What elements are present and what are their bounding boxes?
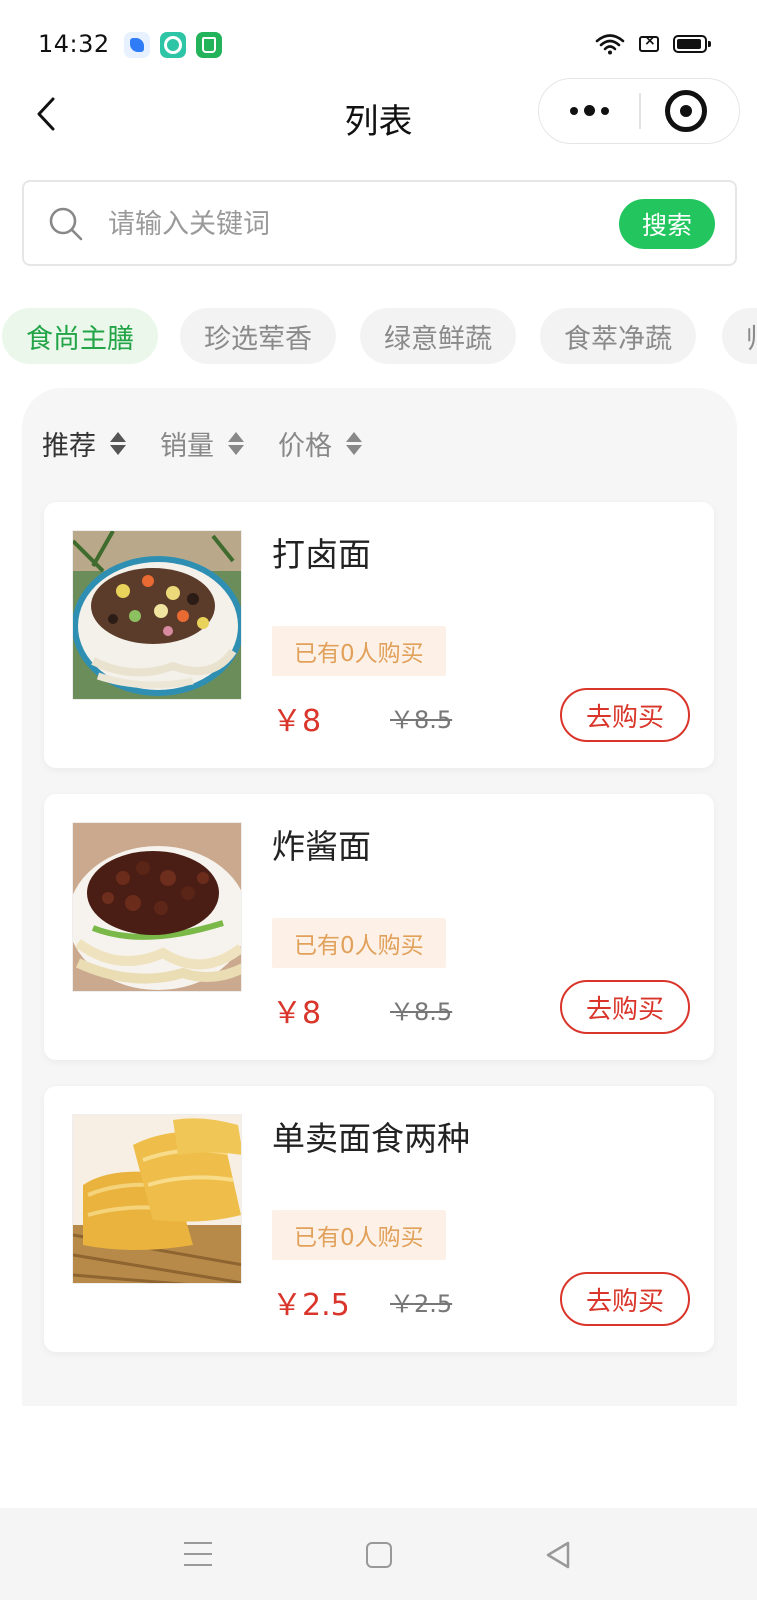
capsule-divider — [639, 93, 641, 129]
miniprogram-capsule — [538, 78, 740, 144]
product-image — [72, 822, 242, 992]
status-time: 14:32 — [38, 30, 110, 58]
system-nav-bar — [0, 1508, 757, 1600]
search-bar: 搜索 — [22, 180, 737, 266]
home-button[interactable] — [366, 1542, 392, 1568]
status-icons — [595, 33, 711, 55]
category-tab[interactable]: 珍选荤香 — [180, 308, 336, 364]
wifi-icon — [595, 34, 625, 55]
sold-count-badge: 已有0人购买 — [272, 1210, 446, 1260]
product-panel: 推荐 销量 价格 打卤面 已有0人购买 ￥8 ￥8.5 去购买 炸酱面 已有0人… — [22, 388, 737, 1406]
product-name: 炸酱面 — [272, 827, 371, 866]
no-sim-icon — [639, 33, 659, 52]
more-dot-icon — [583, 105, 595, 116]
system-back-icon[interactable] — [544, 1540, 572, 1570]
more-dot-icon — [569, 106, 578, 115]
product-name: 单卖面食两种 — [272, 1119, 470, 1158]
buy-button[interactable]: 去购买 — [560, 980, 690, 1034]
sort-arrows-icon — [346, 431, 362, 455]
sold-count-badge: 已有0人购买 — [272, 626, 446, 676]
product-price: ￥8 — [272, 996, 322, 1031]
product-image — [72, 530, 242, 700]
product-card[interactable]: 单卖面食两种 已有0人购买 ￥2.5 ￥2.5 去购买 — [44, 1086, 714, 1352]
battery-icon — [673, 35, 711, 53]
product-image — [72, 1114, 242, 1284]
sort-label: 销量 — [160, 430, 214, 462]
original-price: ￥2.5 — [390, 1290, 453, 1318]
buy-button[interactable]: 去购买 — [560, 688, 690, 742]
search-input[interactable] — [108, 202, 588, 246]
product-card[interactable]: 炸酱面 已有0人购买 ￥8 ￥8.5 去购买 — [44, 794, 714, 1060]
original-price: ￥8.5 — [390, 998, 453, 1026]
sort-price[interactable]: 价格 — [278, 424, 362, 463]
search-button[interactable]: 搜索 — [619, 199, 715, 249]
app-notification-icon — [196, 32, 222, 58]
original-price: ￥8.5 — [390, 706, 453, 734]
product-price: ￥8 — [272, 704, 322, 739]
sold-count-badge: 已有0人购买 — [272, 918, 446, 968]
sort-label: 推荐 — [42, 430, 96, 462]
category-tab[interactable]: 食萃净蔬 — [540, 308, 696, 364]
more-button[interactable] — [539, 79, 639, 142]
nav-bar: 列表 — [0, 78, 757, 150]
buy-button[interactable]: 去购买 — [560, 1272, 690, 1326]
category-tabs: 食尚主膳 珍选荤香 绿意鲜蔬 食萃净蔬 帅 — [0, 308, 757, 366]
category-tab[interactable]: 食尚主膳 — [2, 308, 158, 364]
more-dot-icon — [600, 106, 609, 115]
product-price: ￥2.5 — [272, 1288, 350, 1323]
recent-apps-button[interactable] — [184, 1542, 212, 1566]
close-miniprogram-button[interactable] — [665, 90, 707, 132]
status-bar: 14:32 — [0, 0, 757, 90]
sort-bar: 推荐 销量 价格 — [42, 418, 396, 468]
category-tab[interactable]: 绿意鲜蔬 — [360, 308, 516, 364]
sort-arrows-icon — [228, 431, 244, 455]
product-card[interactable]: 打卤面 已有0人购买 ￥8 ￥8.5 去购买 — [44, 502, 714, 768]
category-tab[interactable]: 帅 — [722, 308, 757, 364]
app-notification-icon — [124, 32, 150, 58]
sort-recommend[interactable]: 推荐 — [42, 424, 126, 463]
sort-arrows-icon — [110, 431, 126, 455]
search-icon — [49, 207, 83, 241]
sort-label: 价格 — [278, 430, 332, 462]
sort-sales[interactable]: 销量 — [160, 424, 244, 463]
app-notification-icon — [160, 32, 186, 58]
product-name: 打卤面 — [272, 535, 371, 574]
